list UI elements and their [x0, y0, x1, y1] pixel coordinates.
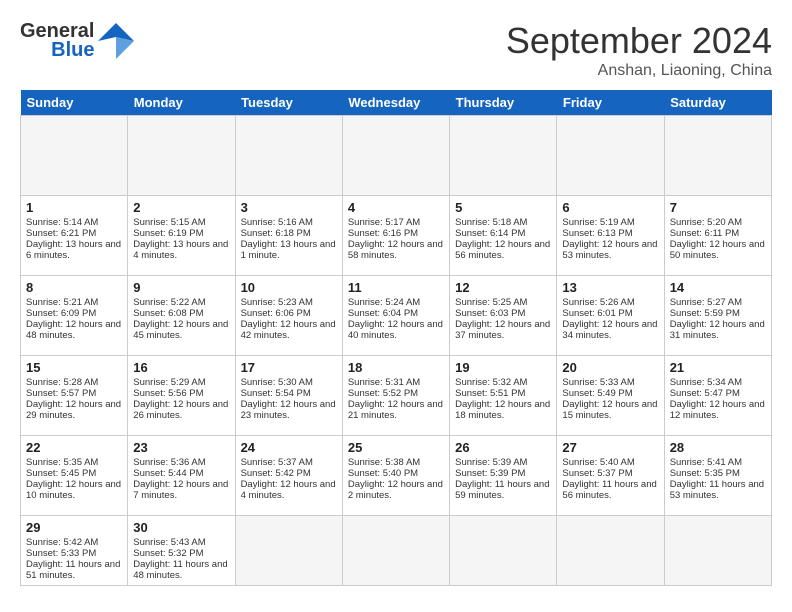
page: General Blue September 2024 Anshan, Liao… — [0, 0, 792, 612]
cell-sep25: 25 Sunrise: 5:38 AMSunset: 5:40 PMDaylig… — [342, 436, 449, 516]
logo-bird-icon — [98, 21, 134, 61]
logo-blue: Blue — [51, 39, 94, 62]
col-wednesday: Wednesday — [342, 90, 449, 116]
cell-empty — [342, 516, 449, 586]
cell-sep24: 24 Sunrise: 5:37 AMSunset: 5:42 PMDaylig… — [235, 436, 342, 516]
cell-empty — [664, 516, 771, 586]
cell-sep7: 7 Sunrise: 5:20 AMSunset: 6:11 PMDayligh… — [664, 196, 771, 276]
header: General Blue September 2024 Anshan, Liao… — [20, 20, 772, 80]
cell-sep14: 14 Sunrise: 5:27 AMSunset: 5:59 PMDaylig… — [664, 276, 771, 356]
location: Anshan, Liaoning, China — [506, 62, 772, 80]
col-tuesday: Tuesday — [235, 90, 342, 116]
cell-sep8: 8 Sunrise: 5:21 AMSunset: 6:09 PMDayligh… — [21, 276, 128, 356]
col-thursday: Thursday — [450, 90, 557, 116]
table-row: 1 Sunrise: 5:14 AMSunset: 6:21 PMDayligh… — [21, 196, 772, 276]
cell-sep28: 28 Sunrise: 5:41 AMSunset: 5:35 PMDaylig… — [664, 436, 771, 516]
cell-empty — [21, 116, 128, 196]
cell-sep2: 2 Sunrise: 5:15 AMSunset: 6:19 PMDayligh… — [128, 196, 235, 276]
cell-sep29: 29 Sunrise: 5:42 AMSunset: 5:33 PMDaylig… — [21, 516, 128, 586]
cell-sep13: 13 Sunrise: 5:26 AMSunset: 6:01 PMDaylig… — [557, 276, 664, 356]
cell-sep1: 1 Sunrise: 5:14 AMSunset: 6:21 PMDayligh… — [21, 196, 128, 276]
col-sunday: Sunday — [21, 90, 128, 116]
cell-sep15: 15 Sunrise: 5:28 AMSunset: 5:57 PMDaylig… — [21, 356, 128, 436]
col-friday: Friday — [557, 90, 664, 116]
logo: General Blue — [20, 20, 134, 62]
cell-sep10: 10 Sunrise: 5:23 AMSunset: 6:06 PMDaylig… — [235, 276, 342, 356]
cell-empty — [450, 116, 557, 196]
cell-sep20: 20 Sunrise: 5:33 AMSunset: 5:49 PMDaylig… — [557, 356, 664, 436]
header-row: Sunday Monday Tuesday Wednesday Thursday… — [21, 90, 772, 116]
cell-sep23: 23 Sunrise: 5:36 AMSunset: 5:44 PMDaylig… — [128, 436, 235, 516]
cell-sep11: 11 Sunrise: 5:24 AMSunset: 6:04 PMDaylig… — [342, 276, 449, 356]
cell-empty — [557, 116, 664, 196]
cell-sep17: 17 Sunrise: 5:30 AMSunset: 5:54 PMDaylig… — [235, 356, 342, 436]
cell-sep26: 26 Sunrise: 5:39 AMSunset: 5:39 PMDaylig… — [450, 436, 557, 516]
cell-sep22: 22 Sunrise: 5:35 AMSunset: 5:45 PMDaylig… — [21, 436, 128, 516]
cell-empty — [664, 116, 771, 196]
col-monday: Monday — [128, 90, 235, 116]
table-row: 15 Sunrise: 5:28 AMSunset: 5:57 PMDaylig… — [21, 356, 772, 436]
cell-sep6: 6 Sunrise: 5:19 AMSunset: 6:13 PMDayligh… — [557, 196, 664, 276]
cell-sep30: 30 Sunrise: 5:43 AMSunset: 5:32 PMDaylig… — [128, 516, 235, 586]
cell-sep27: 27 Sunrise: 5:40 AMSunset: 5:37 PMDaylig… — [557, 436, 664, 516]
cell-sep4: 4 Sunrise: 5:17 AMSunset: 6:16 PMDayligh… — [342, 196, 449, 276]
cell-sep3: 3 Sunrise: 5:16 AMSunset: 6:18 PMDayligh… — [235, 196, 342, 276]
cell-empty — [235, 516, 342, 586]
table-row: 22 Sunrise: 5:35 AMSunset: 5:45 PMDaylig… — [21, 436, 772, 516]
cell-empty — [450, 516, 557, 586]
table-row: 8 Sunrise: 5:21 AMSunset: 6:09 PMDayligh… — [21, 276, 772, 356]
cell-sep21: 21 Sunrise: 5:34 AMSunset: 5:47 PMDaylig… — [664, 356, 771, 436]
cell-empty — [235, 116, 342, 196]
table-row — [21, 116, 772, 196]
cell-empty — [557, 516, 664, 586]
table-row: 29 Sunrise: 5:42 AMSunset: 5:33 PMDaylig… — [21, 516, 772, 586]
cell-sep9: 9 Sunrise: 5:22 AMSunset: 6:08 PMDayligh… — [128, 276, 235, 356]
cell-sep12: 12 Sunrise: 5:25 AMSunset: 6:03 PMDaylig… — [450, 276, 557, 356]
cell-sep5: 5 Sunrise: 5:18 AMSunset: 6:14 PMDayligh… — [450, 196, 557, 276]
col-saturday: Saturday — [664, 90, 771, 116]
cell-empty — [342, 116, 449, 196]
cell-sep16: 16 Sunrise: 5:29 AMSunset: 5:56 PMDaylig… — [128, 356, 235, 436]
title-block: September 2024 Anshan, Liaoning, China — [506, 20, 772, 80]
cell-empty — [128, 116, 235, 196]
calendar-table: Sunday Monday Tuesday Wednesday Thursday… — [20, 90, 772, 586]
cell-sep18: 18 Sunrise: 5:31 AMSunset: 5:52 PMDaylig… — [342, 356, 449, 436]
cell-sep19: 19 Sunrise: 5:32 AMSunset: 5:51 PMDaylig… — [450, 356, 557, 436]
month-title: September 2024 — [506, 20, 772, 62]
